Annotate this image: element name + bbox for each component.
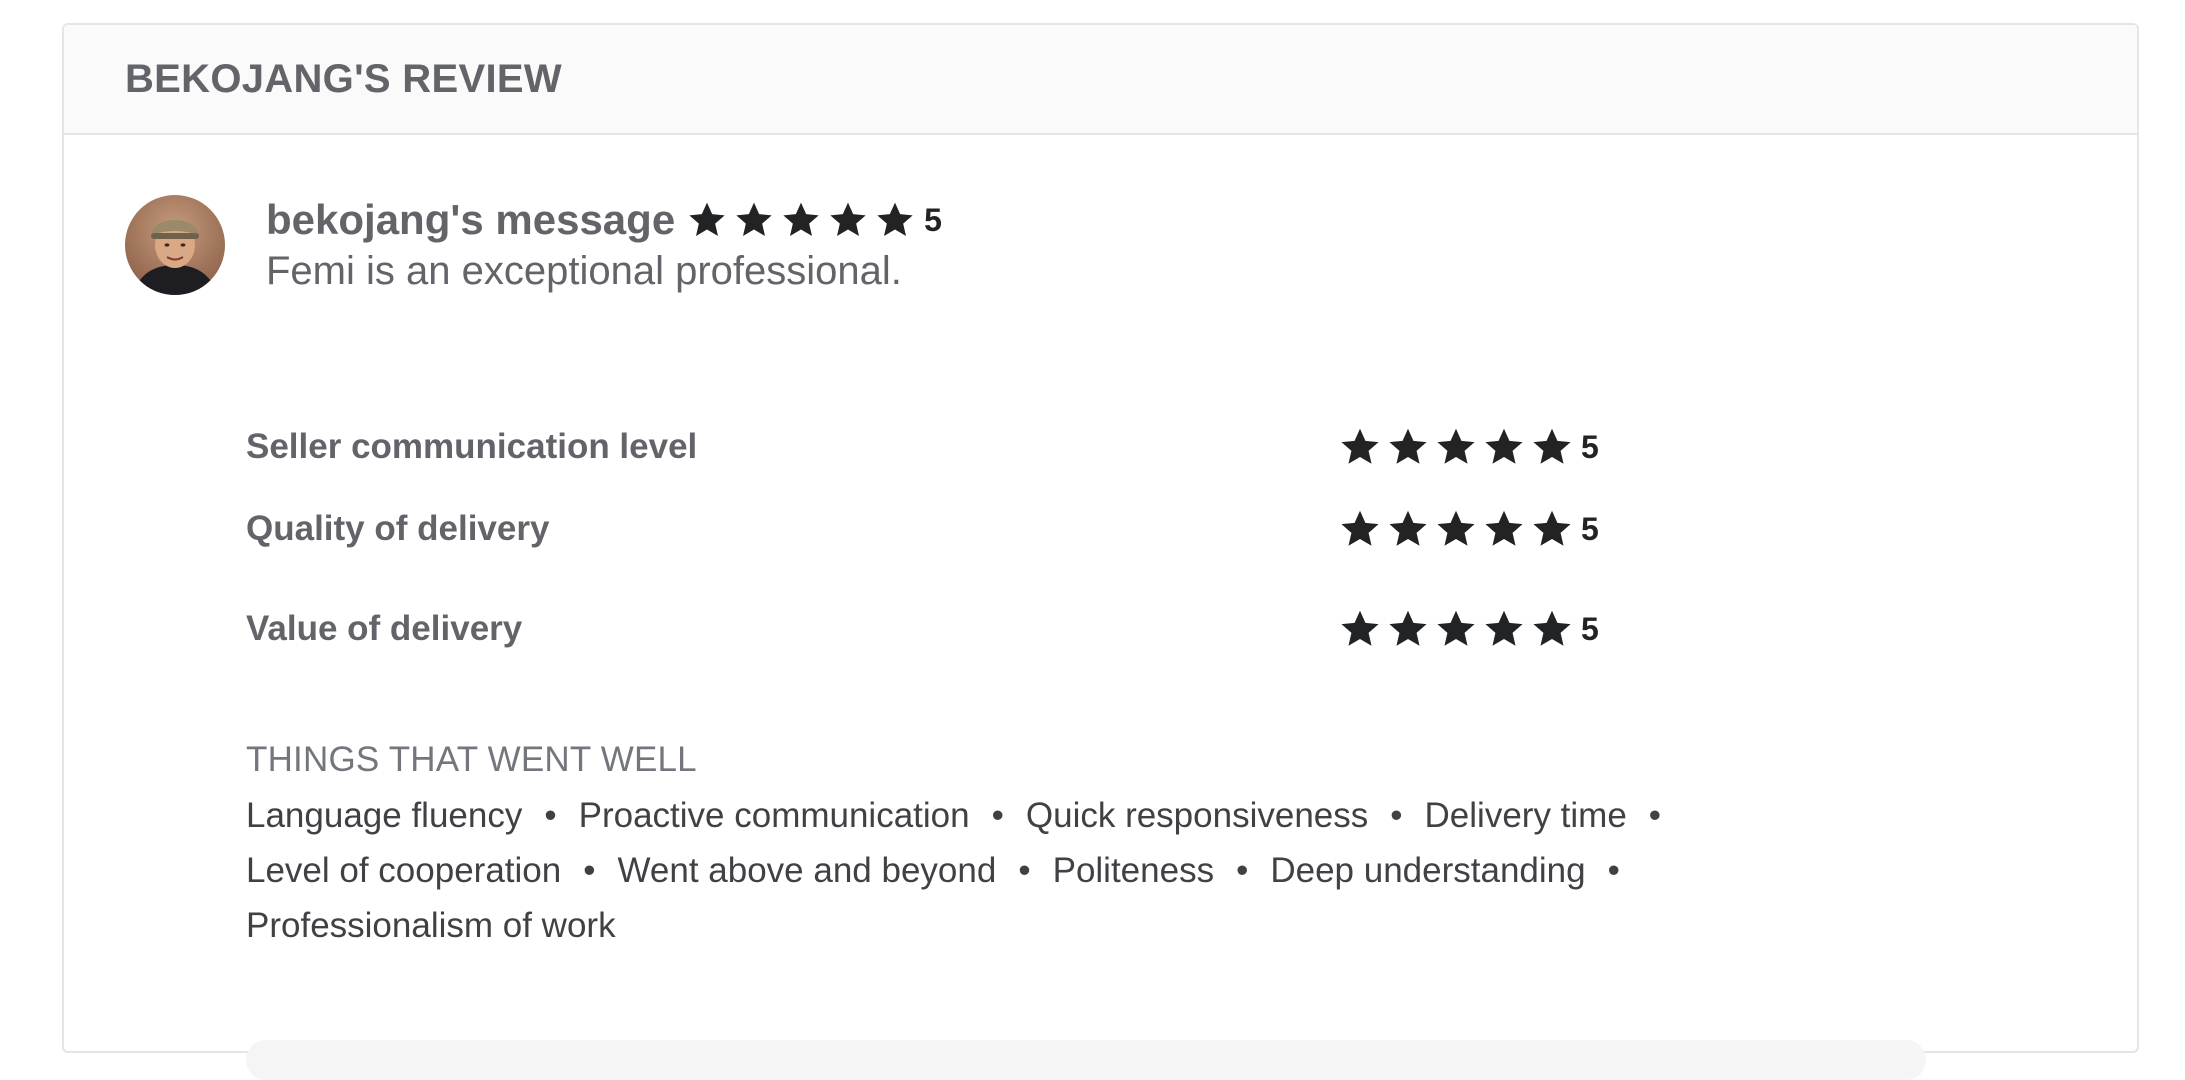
star-icon <box>736 202 772 236</box>
star-icon <box>1533 428 1571 464</box>
went-well-tag: Proactive communication <box>578 796 970 835</box>
went-well-tags: Language fluency • Proactive communication… <box>246 788 1946 953</box>
tag-separator: • <box>1390 796 1403 835</box>
tag-separator: • <box>1607 851 1620 890</box>
tag-separator: • <box>1236 851 1249 890</box>
star-icon <box>1437 428 1475 464</box>
star-icon <box>1389 510 1427 546</box>
criteria-row: Seller communication level 5 <box>246 415 1666 479</box>
message-row: bekojang's message 5 Femi is an exceptio… <box>125 195 942 295</box>
star-icon <box>783 202 819 236</box>
review-title: BEKOJANG'S REVIEW <box>125 56 562 101</box>
star-icon <box>689 202 725 236</box>
tag-line: Level of cooperation • Went above and beyo… <box>246 843 1946 898</box>
message-title: bekojang's message <box>266 196 676 243</box>
criteria-list: Seller communication level 5 Quality of … <box>246 415 1666 679</box>
criteria-label: Value of delivery <box>246 609 523 648</box>
message-stars <box>687 200 922 240</box>
went-well-tag: Quick responsiveness <box>1025 796 1369 835</box>
tag-separator: • <box>991 796 1004 835</box>
message-body: bekojang's message 5 Femi is an exceptio… <box>266 191 942 295</box>
review-header: BEKOJANG'S REVIEW <box>64 25 2137 135</box>
message-text: Femi is an exceptional professional. <box>266 249 902 293</box>
went-well-tag: Politeness <box>1052 851 1215 890</box>
star-icon <box>1389 610 1427 646</box>
star-icon <box>1485 510 1523 546</box>
tag-line: Language fluency • Proactive communication… <box>246 788 1946 843</box>
went-well-tag: Deep understanding <box>1270 851 1586 890</box>
tag-separator: • <box>1018 851 1031 890</box>
star-icon <box>830 202 866 236</box>
avatar[interactable] <box>125 195 225 295</box>
review-card: BEKOJANG'S REVIEW bekojang's message 5 F… <box>62 23 2139 1080</box>
went-well-tag: Language fluency <box>246 796 523 835</box>
star-icon <box>1533 610 1571 646</box>
star-icon <box>1341 510 1379 546</box>
criteria-rating-value: 5 <box>1581 610 1599 647</box>
criteria-stars <box>1339 608 1579 650</box>
star-icon <box>1341 428 1379 464</box>
went-well-title: THINGS THAT WENT WELL <box>246 740 697 779</box>
went-well-tag: Went above and beyond <box>617 851 997 890</box>
criteria-rating-value: 5 <box>1581 510 1599 547</box>
star-icon <box>1389 428 1427 464</box>
star-icon <box>1485 428 1523 464</box>
tag-separator: • <box>544 796 557 835</box>
criteria-label: Quality of delivery <box>246 509 550 548</box>
criteria-row: Value of delivery 5 <box>246 579 1666 679</box>
went-well-tag: Level of cooperation <box>246 851 562 890</box>
seller-response-box <box>246 1040 1926 1080</box>
tag-separator: • <box>583 851 596 890</box>
went-well-tag: Professionalism of work <box>246 906 616 945</box>
criteria-rating-value: 5 <box>1581 428 1599 465</box>
star-icon <box>1533 510 1571 546</box>
went-well-section: THINGS THAT WENT WELL Language fluency • P… <box>246 740 1946 953</box>
criteria-label: Seller communication level <box>246 427 698 466</box>
message-rating-value: 5 <box>924 201 942 238</box>
message-title-row: bekojang's message 5 <box>266 191 942 249</box>
avatar-image <box>125 195 225 295</box>
criteria-stars <box>1339 508 1579 550</box>
star-icon <box>1437 510 1475 546</box>
star-icon <box>1341 610 1379 646</box>
star-icon <box>1485 610 1523 646</box>
tag-line: Professionalism of work <box>246 898 1946 953</box>
star-icon <box>1437 610 1475 646</box>
criteria-stars <box>1339 426 1579 468</box>
went-well-tag: Delivery time <box>1424 796 1627 835</box>
star-icon <box>877 202 913 236</box>
tag-separator: • <box>1648 796 1662 835</box>
criteria-row: Quality of delivery 5 <box>246 479 1666 579</box>
